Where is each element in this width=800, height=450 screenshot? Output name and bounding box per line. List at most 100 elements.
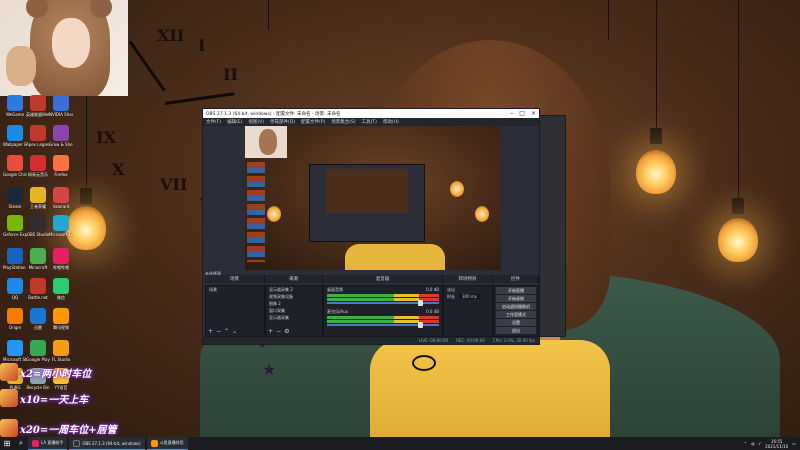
maximize-icon[interactable]: □	[519, 110, 525, 117]
source-item[interactable]: 窗口采集	[266, 307, 322, 314]
volume-slider[interactable]	[327, 322, 439, 328]
menu-file[interactable]: 文件(F)	[206, 119, 221, 125]
caption-icon	[0, 363, 18, 381]
controls-panel: 开始直播 开始录制 启动虚拟摄像机 工作室模式 设置 退出	[493, 285, 539, 337]
desktop-icon[interactable]: 迅雷	[26, 308, 50, 330]
scene-item[interactable]: 场景	[206, 286, 264, 293]
desktop-icon[interactable]: PlayStation Plus	[3, 248, 27, 270]
remove-icon[interactable]: −	[216, 328, 221, 335]
studio-mode-button[interactable]: 工作室模式	[496, 311, 536, 318]
duration-input[interactable]: 300 ms	[459, 294, 480, 299]
preview-canvas[interactable]	[245, 126, 501, 270]
system-tray: ⌃ ◍ ♪ 16:55 2021/11/10 ▭	[744, 439, 800, 449]
transition-type[interactable]: 淡出	[444, 286, 492, 293]
app-icon	[7, 95, 23, 111]
minimize-icon[interactable]: –	[510, 110, 513, 117]
desktop-icon[interactable]: Geforce Experience	[3, 215, 27, 237]
desktop-icon[interactable]: 哔哩哔哩	[49, 248, 73, 270]
desktop-icon[interactable]: 英雄联盟WeGame版	[26, 95, 50, 117]
desktop-icon-label: OBS Studio	[26, 232, 50, 237]
desktop-icon[interactable]: WeGame	[3, 95, 27, 117]
desktop-icon[interactable]: Steam	[3, 187, 27, 209]
desktop-icon[interactable]: Grow & Shelter	[49, 125, 73, 147]
menu-help[interactable]: 帮助(H)	[383, 119, 399, 125]
taskbar-app[interactable]: OBS 27.1.3 (64-bit, windows)	[69, 437, 145, 450]
app-icon	[7, 215, 23, 231]
menu-view[interactable]: 视图(V)	[248, 119, 264, 125]
desktop-icon[interactable]: 网易云音乐	[26, 155, 50, 177]
app-icon	[7, 125, 23, 141]
app-icon	[7, 278, 23, 294]
desktop-icon[interactable]: Google Play	[26, 340, 50, 362]
virtual-camera-button[interactable]: 启动虚拟摄像机	[496, 303, 536, 310]
desktop-icon[interactable]: Apex Legends	[26, 125, 50, 147]
source-item[interactable]: 图像 2	[266, 300, 322, 307]
search-icon[interactable]: ⌕	[14, 437, 28, 450]
desktop-icon[interactable]: 王者荣耀	[26, 187, 50, 209]
network-icon[interactable]: ◍	[751, 441, 755, 446]
desktop-icon[interactable]: Battle.net	[26, 278, 50, 300]
desktop-icon[interactable]: 微信	[49, 278, 73, 300]
desktop-icon[interactable]: Firefox	[49, 155, 73, 177]
source-item[interactable]: 视频采集设备	[266, 293, 322, 300]
app-icon	[30, 248, 46, 264]
window-titlebar[interactable]: OBS 27.1.3 (64-bit, windows) - 配置文件: 未命名…	[203, 109, 539, 118]
volume-slider[interactable]	[327, 300, 439, 306]
desktop-icon[interactable]: QQ	[3, 278, 27, 300]
chevron-up-icon[interactable]: ⌃	[744, 441, 747, 446]
app-icon	[7, 187, 23, 203]
source-item[interactable]: 显示器采集	[266, 314, 322, 321]
desktop-icon-label: Battle.net	[28, 295, 48, 300]
desktop-icon[interactable]: Wallpaper Engine	[3, 125, 27, 147]
desktop-icon[interactable]: FL Studio	[49, 340, 73, 362]
star-tattoo: ★	[262, 360, 277, 379]
desktop-icon[interactable]: Minecraft	[26, 248, 50, 270]
desktop-icon[interactable]: Google Chrome	[3, 155, 27, 177]
desktop-icon[interactable]: Microsoft Store	[3, 340, 27, 362]
dock-header-scenes: 场景	[205, 275, 265, 283]
desktop-icon-label: 腾讯视频	[53, 325, 69, 330]
sources-panel: 显示器采集 2 视频采集设备 图像 2 窗口采集 显示器采集 + − ⚙	[265, 285, 323, 337]
taskbar-app[interactable]: LA 直播助手	[28, 437, 68, 450]
exit-button[interactable]: 退出	[496, 327, 536, 334]
menu-tools[interactable]: 工具(T)	[362, 119, 377, 125]
obs-window[interactable]: OBS 27.1.3 (64-bit, windows) - 配置文件: 未命名…	[202, 108, 540, 345]
transitions-panel: 淡出 时长 300 ms	[443, 285, 493, 337]
menu-profile[interactable]: 配置文件(P)	[301, 119, 325, 125]
remove-icon[interactable]: −	[276, 328, 281, 335]
menu-docks[interactable]: 停靠部件(D)	[270, 119, 295, 125]
app-icon	[53, 125, 69, 141]
clock[interactable]: 16:55 2021/11/10	[765, 439, 788, 449]
chevron-up-icon[interactable]: ⌃	[224, 328, 229, 335]
desktop-icon-label: Grow & Shelter	[49, 142, 73, 147]
app-icon	[53, 187, 69, 203]
app-icon	[32, 439, 39, 447]
desktop-icon-label: Wallpaper Engine	[3, 142, 27, 147]
desktop-icon[interactable]: NVIDIA Shadowplay	[49, 95, 73, 117]
chevron-down-icon[interactable]: ⌄	[232, 328, 237, 335]
notification-icon[interactable]: ▭	[792, 441, 796, 446]
desktop-icon[interactable]: OBS Studio	[26, 215, 50, 237]
settings-button[interactable]: 设置	[496, 319, 536, 326]
background-window[interactable]	[538, 115, 566, 337]
windows-start-icon[interactable]: ⊞	[0, 437, 14, 450]
taskbar-app-label: 斗鱼直播伴侣	[159, 440, 184, 445]
live-status: LIVE: 00:00:00	[418, 338, 449, 343]
add-icon[interactable]: +	[208, 328, 213, 335]
desktop-icon[interactable]: Origin	[3, 308, 27, 330]
dock-headers: 场景 来源 混音器 转场特效 控件	[205, 275, 539, 283]
desktop-icon[interactable]: Microsoft Edge	[49, 215, 73, 237]
close-icon[interactable]: ×	[531, 110, 536, 117]
menu-scene-collection[interactable]: 场景集合(S)	[331, 119, 355, 125]
desktop-icon[interactable]: 腾讯视频	[49, 308, 73, 330]
desktop-icon-label: Google Chrome	[3, 172, 27, 177]
menu-edit[interactable]: 编辑(E)	[227, 119, 242, 125]
add-icon[interactable]: +	[268, 328, 273, 335]
start-streaming-button[interactable]: 开始直播	[496, 287, 536, 294]
taskbar-app[interactable]: 斗鱼直播伴侣	[146, 437, 188, 450]
source-item[interactable]: 显示器采集 2	[266, 286, 322, 293]
speaker-icon[interactable]: ♪	[759, 441, 762, 446]
desktop-icon[interactable]: Valorant	[49, 187, 73, 209]
start-recording-button[interactable]: 开始录制	[496, 295, 536, 302]
gear-icon[interactable]: ⚙	[284, 328, 289, 335]
